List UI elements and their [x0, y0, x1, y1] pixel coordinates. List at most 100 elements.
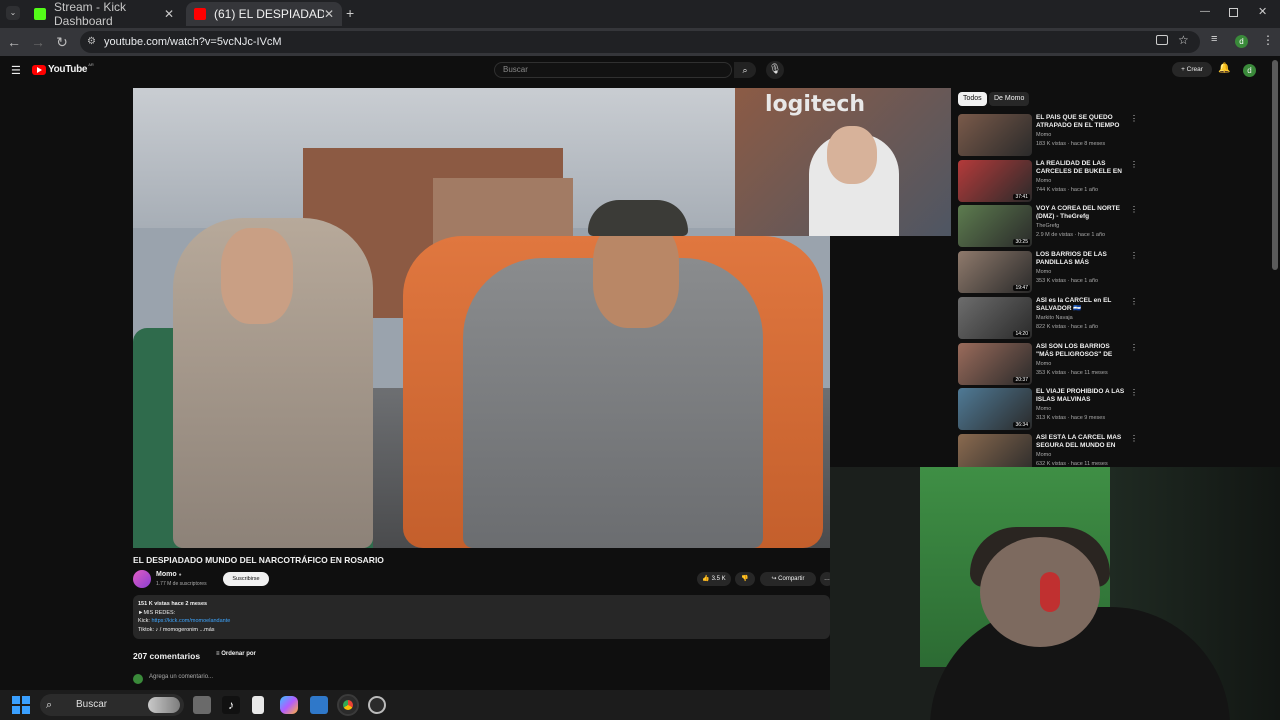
- back-icon[interactable]: ←: [6, 34, 22, 50]
- reload-icon[interactable]: ↻: [54, 34, 70, 51]
- video-thumbnail[interactable]: 19:47: [958, 251, 1032, 294]
- duration-badge: 36:34: [1013, 422, 1030, 429]
- youtube-icon: [194, 8, 206, 20]
- youtube-logo-text: YouTube: [48, 64, 88, 75]
- more-options-icon[interactable]: ⋮: [1130, 343, 1138, 352]
- streamer-webcam-overlay: logitech: [735, 88, 951, 236]
- add-comment-input[interactable]: Agrega un comentario...: [149, 674, 213, 680]
- subscribe-button[interactable]: Suscribirse: [223, 572, 269, 586]
- close-icon[interactable]: ✕: [164, 7, 174, 21]
- recommendation-channel[interactable]: Momo: [1036, 361, 1051, 367]
- copilot-icon[interactable]: [280, 696, 298, 714]
- maximize-icon[interactable]: [1229, 8, 1238, 17]
- taskbar-search[interactable]: ⌕ Buscar: [40, 694, 184, 716]
- site-info-icon[interactable]: ⚙: [87, 31, 96, 53]
- video-thumbnail[interactable]: 20:37: [958, 342, 1032, 385]
- filter-chip-all[interactable]: Todos: [958, 92, 987, 106]
- recommendation-title[interactable]: ASÍ ESTÁ LA CÁRCEL MAS SEGURA DEL MUNDO …: [1036, 434, 1128, 450]
- search-button[interactable]: ⌕: [734, 62, 756, 78]
- tab-label: Stream - Kick Dashboard: [54, 0, 127, 28]
- share-button[interactable]: ↪ Compartir: [760, 572, 816, 586]
- more-options-icon[interactable]: ⋮: [1130, 114, 1138, 123]
- like-button[interactable]: 👍 3.5 K: [697, 572, 731, 586]
- filter-chip-channel[interactable]: De Momo: [989, 92, 1030, 106]
- minimize-icon[interactable]: —: [1200, 6, 1210, 17]
- notifications-bell-icon[interactable]: 🔔: [1218, 63, 1230, 74]
- voice-search-button[interactable]: 🎙: [766, 61, 784, 79]
- recommendation-meta: 744 K vistas · hace 1 año: [1036, 186, 1099, 193]
- video-player[interactable]: [133, 88, 830, 548]
- tab-youtube-video[interactable]: (61) EL DESPIADADO MUNDO I ✕: [186, 2, 342, 26]
- profile-avatar[interactable]: d: [1235, 35, 1248, 48]
- media-control-icon[interactable]: ≡: [1211, 33, 1217, 45]
- recommendation-item[interactable]: 37:41 LA REALIDAD DE LAS CARCELES DE BUK…: [958, 159, 1138, 202]
- recommendation-title[interactable]: ASÍ SON LOS BARRIOS "MÁS PELIGROSOS" DE …: [1036, 343, 1128, 359]
- recommendation-item[interactable]: 19:47 LOS BARRIOS DE LAS PANDILLAS MÁS P…: [958, 251, 1138, 294]
- more-options-icon[interactable]: ⋮: [1130, 251, 1138, 260]
- channel-avatar[interactable]: [133, 570, 151, 588]
- recommendation-title[interactable]: VOY A COREA DEL NORTE (DMZ) - TheGrefg: [1036, 205, 1128, 221]
- channel-name[interactable]: Momo ●: [156, 571, 182, 578]
- bookmark-star-icon[interactable]: ☆: [1178, 33, 1189, 47]
- recommendation-item[interactable]: 14:20 ASÍ es la CÁRCEL en EL SALVADOR 🇸🇻…: [958, 296, 1138, 339]
- more-options-icon[interactable]: ⋮: [1130, 388, 1138, 397]
- video-thumbnail[interactable]: 37:41: [958, 159, 1032, 202]
- video-thumbnail[interactable]: 14:20: [958, 296, 1032, 339]
- more-options-icon[interactable]: ⋮: [1130, 160, 1138, 169]
- search-icon: ⌕: [46, 699, 53, 711]
- kick-link[interactable]: https://kick.com/momoelandante: [151, 618, 230, 624]
- task-view-icon[interactable]: [193, 696, 211, 714]
- recommendation-title[interactable]: LA REALIDAD DE LAS CARCELES DE BUKELE EN…: [1036, 160, 1128, 176]
- account-avatar[interactable]: d: [1243, 64, 1256, 77]
- recommendation-channel[interactable]: Momo: [1036, 178, 1051, 184]
- country-code: AR: [88, 62, 94, 67]
- recommendation-item[interactable]: 20:37 ASÍ SON LOS BARRIOS "MÁS PELIGROSO…: [958, 342, 1138, 385]
- page-scrollbar[interactable]: [1272, 60, 1278, 270]
- recommendation-channel[interactable]: Markito Navaja: [1036, 315, 1073, 321]
- video-thumbnail[interactable]: 36:34: [958, 388, 1032, 431]
- more-options-icon[interactable]: ⋮: [1130, 434, 1138, 443]
- tab-list-chevron-icon[interactable]: ⌄: [6, 6, 20, 20]
- recommendation-channel[interactable]: Momo: [1036, 406, 1051, 412]
- tiktok-icon[interactable]: ♪: [222, 696, 240, 714]
- chrome-icon[interactable]: [337, 694, 359, 716]
- dislike-button[interactable]: 👎: [735, 572, 755, 586]
- recommendation-channel[interactable]: Momo: [1036, 452, 1051, 458]
- windows-start-icon[interactable]: [12, 696, 30, 714]
- recommendation-meta: 313 K vistas · hace 9 meses: [1036, 415, 1106, 422]
- browser-tab-bar: ⌄ Stream - Kick Dashboard ✕ (61) EL DESP…: [0, 0, 1280, 28]
- recommendation-title[interactable]: EL VIAJE PROHIBIDO A LAS ISLAS MALVINAS: [1036, 388, 1128, 404]
- create-button[interactable]: + Crear: [1172, 62, 1212, 77]
- url-input[interactable]: ⚙ youtube.com/watch?v=5vcNJc-IVcM: [80, 31, 1200, 53]
- more-options-icon[interactable]: ⋮: [1130, 205, 1138, 214]
- video-thumbnail[interactable]: [958, 114, 1032, 156]
- obs-icon[interactable]: [368, 696, 386, 714]
- forward-icon[interactable]: →: [30, 34, 46, 50]
- recommendation-channel[interactable]: TheGrefg: [1036, 223, 1059, 229]
- window-close-icon[interactable]: ✕: [1258, 5, 1267, 18]
- close-icon[interactable]: ✕: [324, 7, 334, 21]
- search-input[interactable]: Buscar: [494, 62, 732, 78]
- browser-menu-icon[interactable]: ⋮: [1262, 33, 1274, 47]
- store-icon[interactable]: [310, 696, 328, 714]
- recommendation-item[interactable]: 36:34 EL VIAJE PROHIBIDO A LAS ISLAS MAL…: [958, 388, 1138, 431]
- recommendation-item[interactable]: 30:25 VOY A COREA DEL NORTE (DMZ) - TheG…: [958, 205, 1138, 248]
- recommendation-title[interactable]: ASÍ es la CÁRCEL en EL SALVADOR 🇸🇻: [1036, 297, 1128, 313]
- hamburger-menu-icon[interactable]: ☰: [11, 64, 21, 77]
- sort-comments-button[interactable]: ≡ Ordenar por: [216, 651, 256, 657]
- install-app-icon[interactable]: [1156, 35, 1168, 45]
- recommendation-item[interactable]: EL PAÍS QUE SE QUEDÓ ATRAPADO EN EL TIEM…: [958, 114, 1138, 156]
- recommendation-title[interactable]: EL PAÍS QUE SE QUEDÓ ATRAPADO EN EL TIEM…: [1036, 114, 1128, 130]
- recommendation-channel[interactable]: Momo: [1036, 269, 1051, 275]
- youtube-logo[interactable]: YouTube AR: [32, 62, 94, 75]
- new-tab-button[interactable]: +: [346, 5, 354, 21]
- view-stats: 151 K vistas hace 2 meses: [138, 601, 208, 607]
- more-options-icon[interactable]: ⋮: [1130, 297, 1138, 306]
- tab-kick-dashboard[interactable]: Stream - Kick Dashboard ✕: [26, 0, 182, 28]
- tiktok-line[interactable]: Tiktok: ♪ / momogeronim ...más: [138, 626, 825, 635]
- video-description[interactable]: 151 K vistas hace 2 meses ►MIS REDES: Ki…: [133, 595, 830, 639]
- video-thumbnail[interactable]: 30:25: [958, 205, 1032, 248]
- recommendation-channel[interactable]: Momo: [1036, 132, 1051, 138]
- file-icon[interactable]: [252, 696, 264, 714]
- recommendation-title[interactable]: LOS BARRIOS DE LAS PANDILLAS MÁS PELIGRO…: [1036, 251, 1128, 267]
